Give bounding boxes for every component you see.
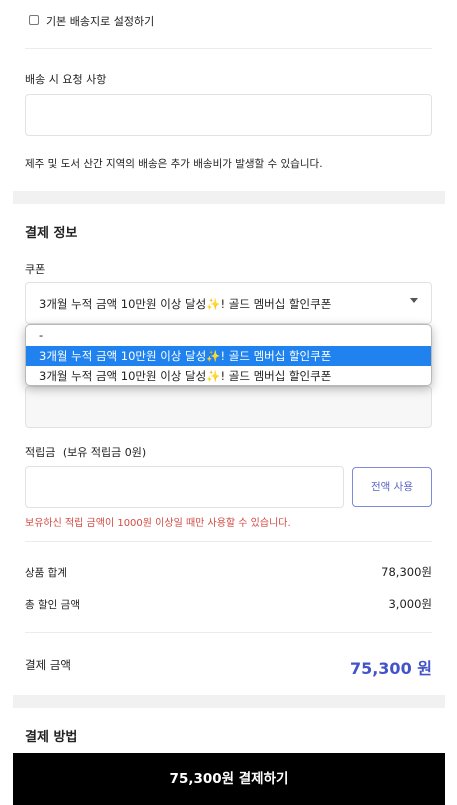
divider bbox=[25, 632, 432, 633]
payment-info-title: 결제 정보 bbox=[25, 226, 78, 241]
pay-button[interactable]: 75,300원 결제하기 bbox=[13, 753, 445, 805]
divider bbox=[25, 48, 432, 49]
coupon-dropdown-list: - 3개월 누적 금액 10만원 이상 달성✨! 골드 멤버십 할인쿠폰 3개월… bbox=[25, 324, 432, 386]
points-label: 적립금 (보유 적립금 0원) bbox=[25, 444, 146, 460]
coupon-option[interactable]: 3개월 누적 금액 10만원 이상 달성✨! 골드 멤버십 할인쿠폰 bbox=[26, 366, 431, 385]
coupon-label: 쿠폰 bbox=[25, 263, 46, 276]
subtotal-label: 상품 합계 bbox=[25, 567, 67, 579]
discount-label: 총 할인 금액 bbox=[25, 599, 80, 611]
subtotal-value: 78,300원 bbox=[381, 565, 432, 579]
points-label-text: 적립금 bbox=[25, 446, 56, 459]
delivery-request-label: 배송 시 요청 사항 bbox=[25, 73, 107, 86]
divider bbox=[25, 541, 432, 542]
payment-method-title: 결제 방법 bbox=[25, 730, 78, 745]
points-warning: 보유하신 적립 금액이 1000원 이상일 때만 사용할 수 있습니다. bbox=[25, 518, 291, 529]
discount-code-field bbox=[25, 386, 432, 428]
coupon-select[interactable]: 3개월 누적 금액 10만원 이상 달성✨! 골드 멤버십 할인쿠폰 bbox=[25, 282, 432, 324]
coupon-option[interactable]: - bbox=[26, 325, 431, 345]
default-address-label: 기본 배송지로 설정하기 bbox=[46, 15, 155, 28]
delivery-request-input[interactable] bbox=[25, 94, 432, 136]
default-address-checkbox[interactable] bbox=[29, 15, 39, 25]
points-input[interactable] bbox=[25, 466, 344, 508]
section-separator bbox=[13, 191, 445, 204]
discount-value: 3,000원 bbox=[388, 597, 432, 611]
section-separator bbox=[13, 695, 445, 708]
coupon-selected-value: 3개월 누적 금액 10만원 이상 달성✨! 골드 멤버십 할인쿠폰 bbox=[39, 297, 332, 311]
total-value: 75,300 원 bbox=[349, 659, 432, 678]
coupon-option-selected[interactable]: 3개월 누적 금액 10만원 이상 달성✨! 골드 멤버십 할인쿠폰 bbox=[26, 346, 431, 366]
total-label: 결제 금액 bbox=[25, 658, 71, 672]
use-all-points-button[interactable]: 전액 사용 bbox=[352, 467, 432, 507]
delivery-notice: 제주 및 도서 산간 지역의 배송은 추가 배송비가 발생할 수 있습니다. bbox=[25, 158, 323, 170]
chevron-down-icon bbox=[410, 298, 418, 303]
points-balance: (보유 적립금 0원) bbox=[62, 446, 147, 459]
